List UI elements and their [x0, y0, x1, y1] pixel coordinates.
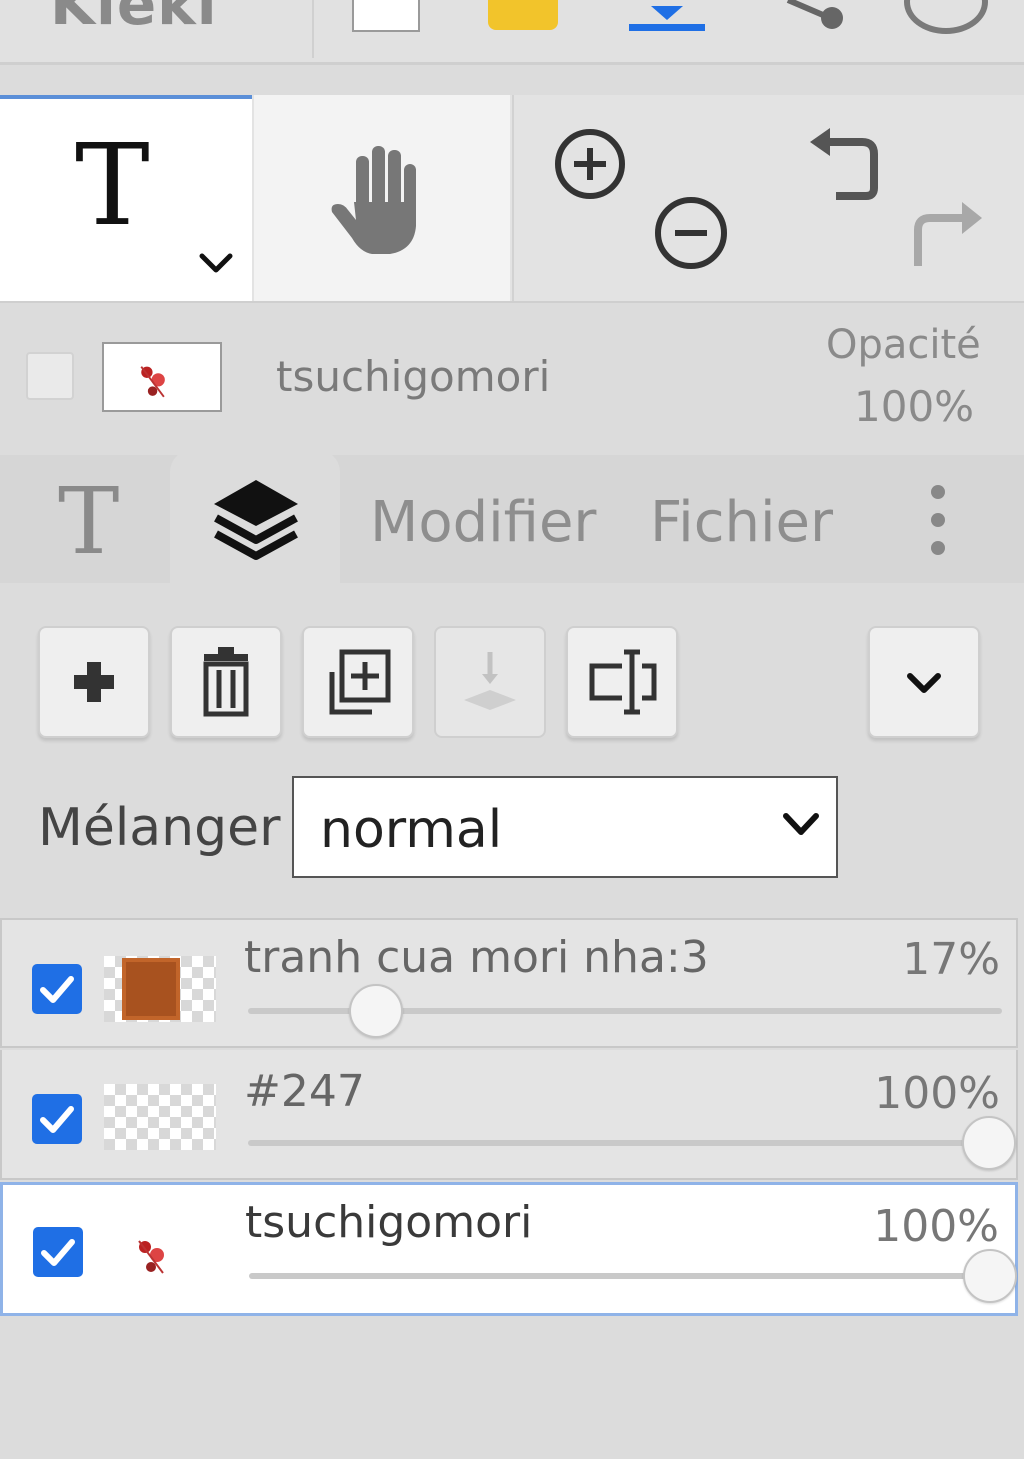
layer-row-selected[interactable]: tsuchigomori 100% — [0, 1182, 1018, 1316]
layer-row[interactable]: tranh cua mori nha:3 17% — [0, 918, 1018, 1048]
current-layer-name: tsuchigomori — [276, 352, 551, 401]
layer-visibility-checkbox[interactable] — [32, 964, 82, 1014]
undo-icon[interactable] — [806, 128, 886, 204]
check-icon — [40, 976, 74, 1003]
tab-file[interactable]: Fichier — [650, 490, 833, 555]
thumbnail-image — [140, 366, 165, 398]
expand-options-button[interactable] — [868, 626, 980, 738]
chevron-down-icon — [907, 673, 941, 693]
share-icon[interactable] — [778, 0, 846, 36]
merge-down-icon — [464, 652, 516, 710]
thumbnail-image — [122, 958, 180, 1020]
add-layer-button[interactable] — [38, 626, 150, 738]
opacity-value: 100% — [854, 382, 975, 431]
color-swatch[interactable] — [352, 0, 420, 32]
check-icon — [41, 1239, 75, 1266]
layer-opacity-value: 17% — [902, 934, 1000, 985]
tab-modifier[interactable]: Modifier — [370, 490, 596, 555]
opacity-slider-track[interactable] — [249, 1273, 1003, 1279]
blend-mode-label: Mélanger — [38, 798, 281, 858]
text-tool-icon: T — [75, 121, 150, 251]
more-vertical-icon[interactable] — [918, 480, 958, 560]
opacity-slider-handle[interactable] — [963, 1249, 1017, 1303]
layer-name: #247 — [244, 1066, 365, 1117]
rename-icon — [589, 649, 657, 715]
merge-down-button — [434, 626, 546, 738]
toolbar-divider — [512, 95, 514, 301]
chevron-down-icon[interactable] — [196, 248, 236, 278]
zoom-out-icon[interactable] — [652, 194, 730, 272]
layer-preview-thumbnail — [102, 342, 222, 412]
layer-thumbnail — [105, 1219, 217, 1285]
toolbar-divider — [312, 0, 314, 58]
folder-icon[interactable] — [488, 0, 558, 30]
opacity-slider-handle[interactable] — [962, 1116, 1016, 1170]
layer-visibility-checkbox[interactable] — [33, 1227, 83, 1277]
check-icon — [40, 1106, 74, 1133]
opacity-slider-track[interactable] — [248, 1140, 1002, 1146]
add-icon — [74, 662, 114, 702]
redo-icon[interactable] — [904, 190, 984, 270]
zoom-in-icon[interactable] — [552, 126, 628, 202]
layer-opacity-value: 100% — [874, 1068, 1000, 1119]
layer-thumbnail — [104, 1084, 216, 1150]
layer-visibility-checkbox[interactable] — [32, 1094, 82, 1144]
blend-mode-value: normal — [320, 800, 503, 860]
opacity-label: Opacité — [826, 322, 981, 368]
layer-thumbnail — [104, 956, 216, 1022]
delete-layer-button[interactable] — [170, 626, 282, 738]
duplicate-icon — [329, 649, 391, 715]
layer-opacity-value: 100% — [873, 1201, 999, 1252]
trash-icon — [203, 647, 249, 717]
duplicate-layer-button[interactable] — [302, 626, 414, 738]
layers-icon — [214, 480, 298, 560]
rename-layer-button[interactable] — [566, 626, 678, 738]
layer-name: tranh cua mori nha:3 — [244, 932, 709, 983]
hand-icon — [331, 146, 416, 254]
tab-text[interactable]: T — [58, 476, 119, 568]
download-icon[interactable] — [625, 0, 709, 34]
preview-visibility-checkbox[interactable] — [26, 352, 74, 400]
opacity-slider-handle[interactable] — [349, 984, 404, 1038]
chevron-down-icon — [783, 813, 819, 835]
thumbnail-image — [138, 1240, 164, 1274]
layer-row[interactable]: #247 100% — [0, 1050, 1018, 1180]
app-logo[interactable]: Kleki — [50, 0, 218, 38]
layer-name: tsuchigomori — [245, 1197, 533, 1248]
